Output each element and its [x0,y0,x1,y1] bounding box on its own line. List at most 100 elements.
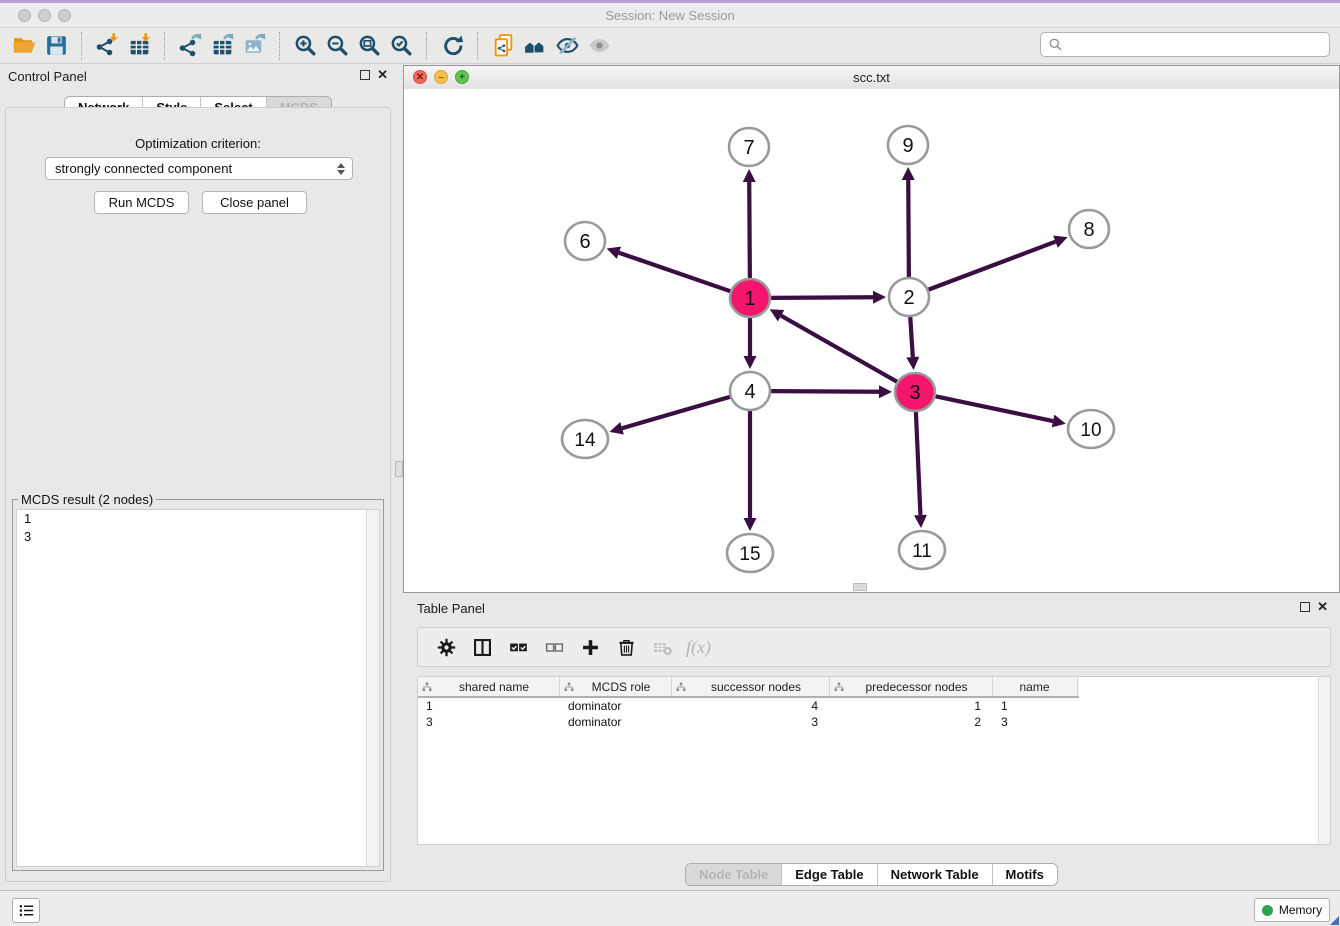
table-panel-float-icon[interactable] [1300,602,1310,612]
export-image-icon[interactable] [238,32,270,60]
table-cell[interactable]: 4 [672,699,830,713]
optimization-criterion-label: Optimization criterion: [0,136,396,151]
control-panel: Control Panel ✕ NetworkStyleSelectMCDS O… [0,64,396,890]
edge-1-2[interactable] [771,297,873,298]
result-scrollbar[interactable] [366,510,379,866]
export-network-icon[interactable] [174,32,206,60]
edge-arrowhead [743,169,756,182]
table-cell[interactable]: 3 [993,715,1078,729]
tab-network-table[interactable]: Network Table [877,864,992,885]
table-scrollbar[interactable] [1318,677,1330,844]
graph-node-label: 2 [903,287,914,309]
delete-column-icon[interactable] [608,632,644,662]
table-cell[interactable]: 1 [418,699,560,713]
edge-1-7[interactable] [749,182,750,278]
create-column-icon[interactable] [572,632,608,662]
column-header-name[interactable]: name [993,677,1078,696]
table-row[interactable]: 3dominator323 [418,714,1079,730]
table-cell[interactable]: dominator [560,699,672,713]
table-cell[interactable]: 2 [830,715,993,729]
network-from-selection-icon[interactable] [487,32,519,60]
dropdown-selected-value: strongly connected component [55,161,232,176]
graph-node-label: 14 [574,430,596,451]
edge-arrowhead [744,356,757,369]
search-box[interactable] [1040,32,1330,57]
run-mcds-button[interactable]: Run MCDS [94,191,189,214]
table-row[interactable]: 1dominator411 [418,698,1079,714]
column-header-shared-name[interactable]: shared name [418,677,560,696]
unselect-all-columns-icon[interactable] [536,632,572,662]
search-input[interactable] [1063,35,1329,55]
import-table-icon[interactable] [123,32,155,60]
hide-selected-icon[interactable] [551,32,583,60]
panel-splitter-grip[interactable] [395,461,403,477]
task-list-icon [18,902,35,919]
edge-1-6[interactable] [619,253,730,291]
edge-3-10[interactable] [936,396,1054,421]
graph-node-label: 10 [1080,420,1101,441]
column-header-predecessor-nodes[interactable]: predecessor nodes [830,677,993,696]
mcds-result-group: MCDS result (2 nodes) 13 [12,492,384,871]
memory-status-icon [1262,905,1273,916]
main-toolbar [0,28,1340,64]
select-all-columns-icon[interactable] [500,632,536,662]
edge-2-3[interactable] [910,317,913,357]
control-panel-close-icon[interactable]: ✕ [377,70,388,80]
table-cell[interactable]: 3 [672,715,830,729]
table-settings-icon[interactable] [428,632,464,662]
apply-layout-icon[interactable] [436,32,468,60]
node-table: shared nameMCDS rolesuccessor nodesprede… [417,676,1331,845]
control-panel-float-icon[interactable] [360,70,370,80]
network-title: scc.txt [404,70,1339,85]
close-panel-button[interactable]: Close panel [202,191,307,214]
window-resize-grip[interactable] [1330,916,1339,925]
result-list-item[interactable]: 3 [17,528,379,546]
column-header-MCDS-role[interactable]: MCDS role [560,677,672,696]
import-network-icon[interactable] [91,32,123,60]
open-session-icon[interactable] [8,32,40,60]
toolbar-separator [477,32,478,60]
result-list-item[interactable]: 1 [17,510,379,528]
edge-arrowhead [879,385,892,398]
table-cell[interactable]: dominator [560,715,672,729]
edge-3-1[interactable] [781,316,897,382]
memory-button[interactable]: Memory [1254,898,1330,922]
edge-arrowhead [906,357,919,370]
table-cell[interactable]: 1 [993,699,1078,713]
first-neighbors-icon[interactable] [519,32,551,60]
save-session-icon[interactable] [40,32,72,60]
mcds-result-list[interactable]: 13 [16,509,380,867]
optimization-criterion-dropdown[interactable]: strongly connected component [45,157,353,180]
toolbar-separator [426,32,427,60]
tab-edge-table[interactable]: Edge Table [781,864,876,885]
edge-2-9[interactable] [908,180,909,277]
show-columns-icon[interactable] [464,632,500,662]
edge-3-11[interactable] [916,412,921,515]
table-cell[interactable]: 1 [830,699,993,713]
zoom-out-icon[interactable] [321,32,353,60]
edge-4-14[interactable] [622,397,730,428]
graph-node-label: 8 [1083,219,1094,241]
table-panel-close-icon[interactable]: ✕ [1317,602,1328,612]
network-window-titlebar[interactable]: ✕ – + scc.txt [404,66,1339,90]
table-cell[interactable]: 3 [418,715,560,729]
edge-4-3[interactable] [771,391,879,392]
graph-node-label: 4 [744,381,755,403]
table-panel: Table Panel ✕ f(x) shared nameMCDS roles… [403,597,1340,890]
edge-2-8[interactable] [929,242,1056,290]
table-panel-title: Table Panel [417,601,485,616]
network-table-splitter-grip[interactable] [853,583,867,591]
tab-node-table[interactable]: Node Table [686,864,781,885]
export-table-icon[interactable] [206,32,238,60]
graph-node-label: 6 [579,231,590,253]
zoom-in-icon[interactable] [289,32,321,60]
network-canvas[interactable]: 1234678910111415 [404,89,1339,592]
column-header-successor-nodes[interactable]: successor nodes [672,677,830,696]
application-window: Session: New Session Control Panel ✕ Net… [0,0,1340,926]
task-history-button[interactable] [12,898,40,923]
status-bar: Memory [0,890,1340,926]
zoom-selected-icon[interactable] [385,32,417,60]
network-graph[interactable]: 1234678910111415 [404,89,1339,592]
tab-motifs[interactable]: Motifs [992,864,1057,885]
zoom-fit-icon[interactable] [353,32,385,60]
